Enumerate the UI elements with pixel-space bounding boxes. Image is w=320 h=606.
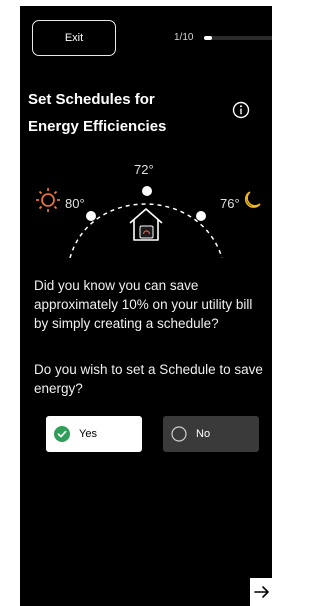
energy-fact-text: Did you know you can save approximately … [34, 278, 253, 331]
no-label: No [196, 428, 211, 440]
temp-center: 72° [134, 162, 154, 177]
progress-bar [204, 36, 272, 40]
home-icon [129, 208, 163, 241]
title-line-2: Energy Efficiencies [28, 118, 167, 135]
sun-icon [36, 188, 60, 212]
schedule-screen: Exit 1/10 Set Schedules for Energy Effic… [20, 6, 272, 606]
yes-label: Yes [79, 428, 97, 440]
exit-button[interactable]: Exit [32, 20, 116, 56]
checkmark-icon [54, 426, 70, 442]
yes-option[interactable]: Yes [46, 416, 142, 452]
next-button[interactable] [250, 578, 272, 606]
info-icon[interactable] [232, 101, 250, 119]
radio-circle-icon [171, 426, 187, 442]
no-option[interactable]: No [163, 416, 259, 452]
progress-fill [204, 36, 212, 40]
arrow-right-icon [254, 586, 269, 598]
temp-left: 80° [65, 196, 85, 211]
page-title: Set Schedules for Energy Efficiencies [28, 86, 208, 140]
node-left [86, 211, 96, 221]
step-counter: 1/10 [174, 32, 194, 43]
title-line-1: Set Schedules for [28, 91, 155, 108]
node-center [142, 186, 152, 196]
schedule-question: Do you wish to set a Schedule to save en… [34, 362, 263, 396]
schedule-diagram: 80° 72° 76° [36, 162, 261, 258]
moon-icon [244, 191, 261, 208]
node-right [196, 211, 206, 221]
temp-right: 76° [220, 196, 240, 211]
